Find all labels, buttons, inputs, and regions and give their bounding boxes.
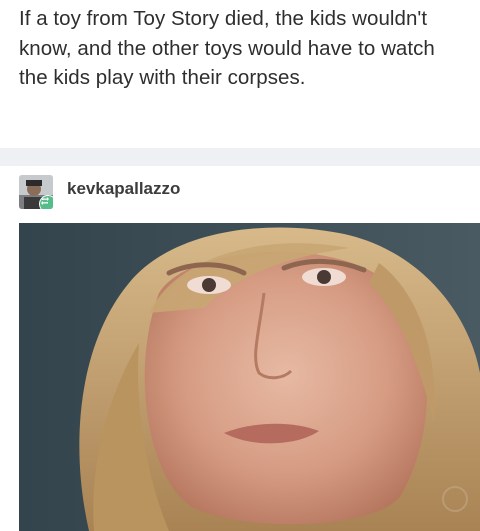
username-link[interactable]: kevkapallazzo bbox=[67, 179, 180, 199]
reblog-icon bbox=[39, 195, 53, 209]
post-photo bbox=[19, 223, 480, 531]
post-divider bbox=[0, 148, 480, 166]
reblog-header: kevkapallazzo bbox=[19, 172, 180, 212]
user-avatar-icon[interactable] bbox=[19, 175, 53, 209]
post-text: If a toy from Toy Story died, the kids w… bbox=[19, 7, 435, 89]
